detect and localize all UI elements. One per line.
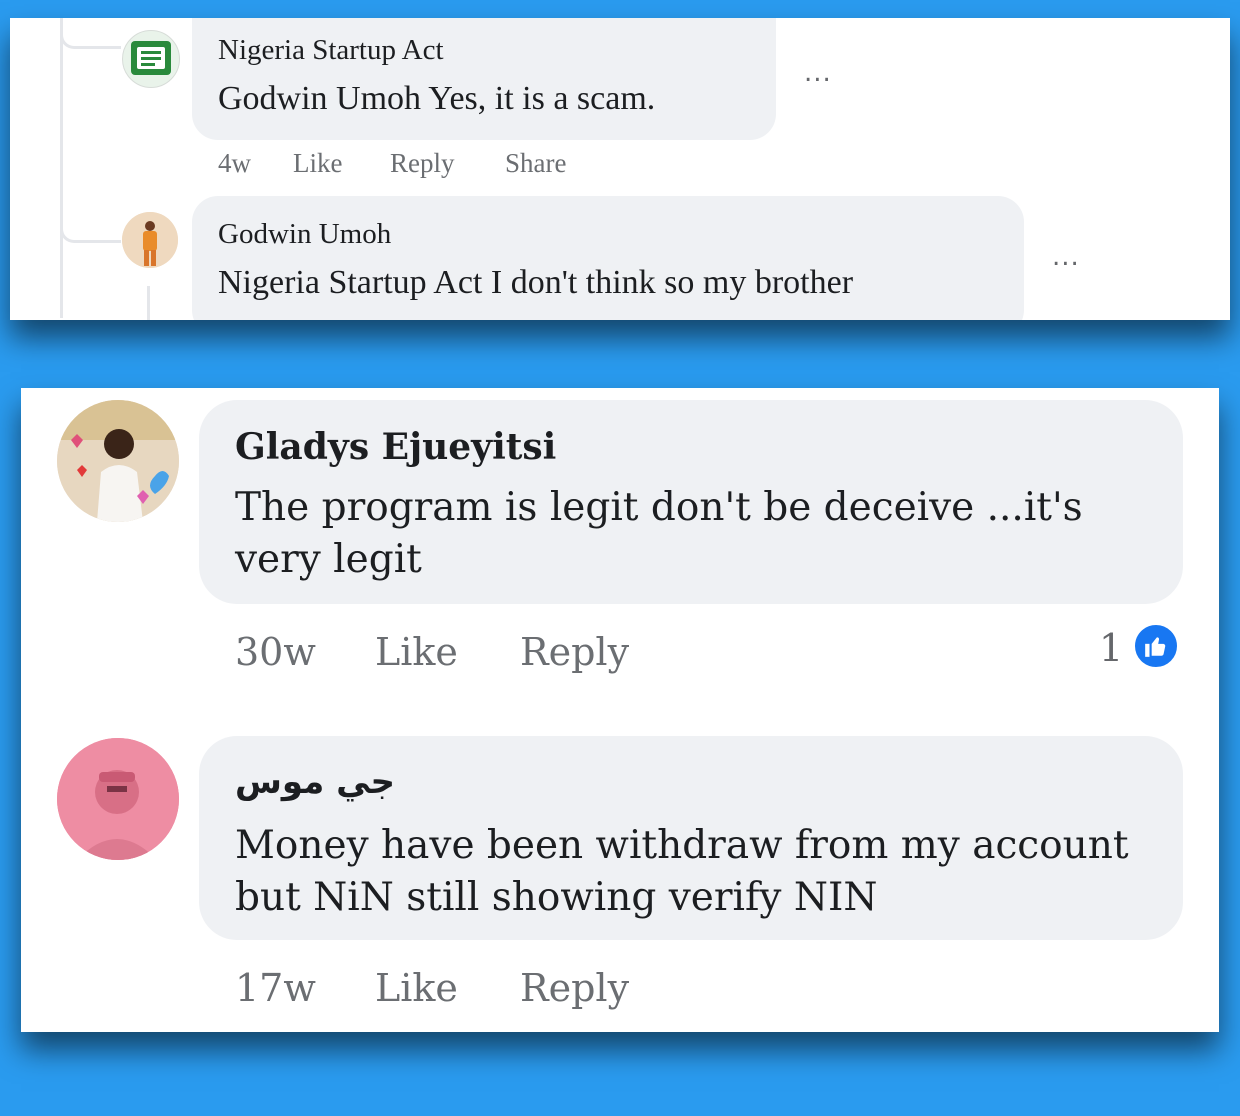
comment-text: Money have been withdraw from my account… <box>235 823 1129 920</box>
reply-button[interactable]: Reply <box>520 966 629 1010</box>
top-comment-panel: Nigeria Startup Act Godwin Umoh Yes, it … <box>10 18 1230 320</box>
thumbs-up-icon[interactable] <box>1132 622 1180 670</box>
avatar-jay-moose[interactable] <box>57 738 179 860</box>
comment-author[interactable]: Nigeria Startup Act <box>218 34 444 67</box>
thread-line <box>60 18 63 318</box>
profile-photo-icon <box>57 400 179 522</box>
like-button[interactable]: Like <box>375 966 458 1010</box>
thread-connector <box>60 18 121 49</box>
avatar-gladys-ejueyitsi[interactable] <box>57 400 179 522</box>
more-options-icon[interactable]: ... <box>804 58 832 88</box>
comment-author[interactable]: جي موس <box>235 762 395 802</box>
avatar-godwin-umoh[interactable] <box>122 212 178 268</box>
comment-author[interactable]: Gladys Ejueyitsi <box>235 426 556 468</box>
profile-photo-icon <box>57 738 179 860</box>
thread-line <box>147 286 150 320</box>
thread-connector <box>60 198 121 243</box>
reaction-count[interactable]: 1 <box>1099 626 1123 670</box>
avatar-nigeria-startup-act[interactable] <box>122 30 180 88</box>
bottom-comment-panel: Gladys Ejueyitsi The program is legit do… <box>21 388 1219 1032</box>
reply-button[interactable]: Reply <box>390 148 455 179</box>
like-button[interactable]: Like <box>293 148 342 179</box>
comment-time[interactable]: 30w <box>235 630 316 674</box>
reply-button[interactable]: Reply <box>520 630 629 674</box>
comment-time[interactable]: 17w <box>235 966 316 1010</box>
person-photo-icon <box>122 212 178 268</box>
comment-text: The program is legit don't be deceive ..… <box>235 485 1083 582</box>
comment-time[interactable]: 4w <box>218 148 251 179</box>
nigeria-flag-logo-icon <box>131 41 171 75</box>
more-options-icon[interactable]: ... <box>1052 242 1080 272</box>
like-button[interactable]: Like <box>375 630 458 674</box>
comment-text: Nigeria Startup Act I don't think so my … <box>218 264 854 301</box>
share-button[interactable]: Share <box>505 148 566 179</box>
comment-author[interactable]: Godwin Umoh <box>218 218 391 251</box>
thumbs-up-glyph-icon <box>1145 637 1166 657</box>
comment-text: Godwin Umoh Yes, it is a scam. <box>218 80 656 117</box>
